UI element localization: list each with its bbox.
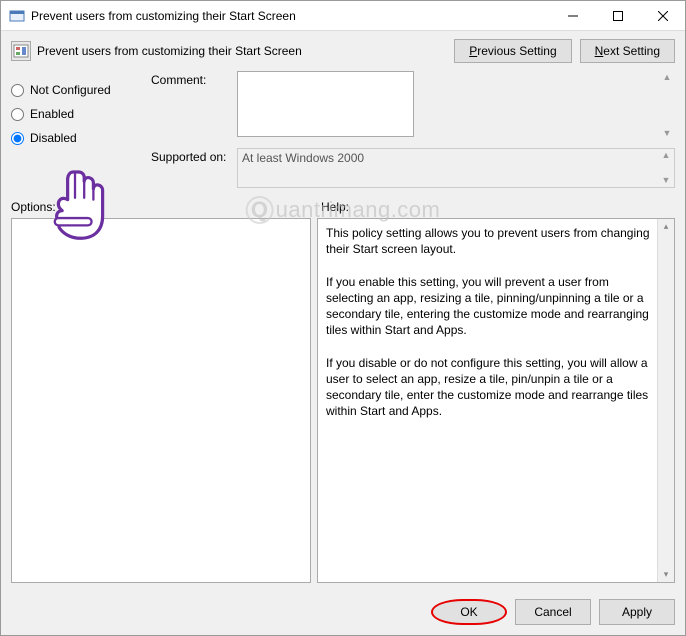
radio-enabled-input[interactable] (11, 108, 24, 121)
options-label: Options: (11, 200, 311, 214)
app-icon (9, 8, 25, 24)
policy-title: Prevent users from customizing their Sta… (37, 44, 302, 58)
next-setting-button[interactable]: Next Setting (580, 39, 675, 63)
radio-not-configured[interactable]: Not Configured (11, 83, 151, 97)
panels-row: This policy setting allows you to preven… (1, 216, 685, 591)
radio-disabled[interactable]: Disabled (11, 131, 151, 145)
comment-scroll[interactable]: ▲▼ (659, 71, 675, 140)
radio-not-configured-input[interactable] (11, 84, 24, 97)
comment-label: Comment: (151, 71, 237, 140)
fields-column: Comment: ▲▼ Supported on: At least Windo… (151, 71, 675, 196)
help-text: This policy setting allows you to preven… (318, 219, 674, 425)
close-button[interactable] (640, 1, 685, 31)
policy-icon (11, 41, 31, 61)
config-area: Not Configured Enabled Disabled Comment:… (1, 67, 685, 196)
radio-enabled[interactable]: Enabled (11, 107, 151, 121)
radio-disabled-input[interactable] (11, 132, 24, 145)
radio-disabled-label: Disabled (30, 131, 77, 145)
options-panel (11, 218, 311, 583)
comment-row: Comment: ▲▼ (151, 71, 675, 140)
window-controls (550, 1, 685, 31)
supported-value: At least Windows 2000 (242, 151, 364, 165)
state-radio-group: Not Configured Enabled Disabled (11, 71, 151, 196)
nav-buttons: Previous Setting Next Setting (454, 39, 675, 63)
previous-setting-button[interactable]: Previous Setting (454, 39, 571, 63)
supported-label: Supported on: (151, 148, 237, 188)
help-label: Help: (311, 200, 675, 214)
help-scrollbar[interactable]: ▴▾ (657, 219, 674, 582)
section-labels: Options: Help: (1, 196, 685, 216)
dialog-footer: OK Cancel Apply (1, 591, 685, 635)
minimize-button[interactable] (550, 1, 595, 31)
apply-button[interactable]: Apply (599, 599, 675, 625)
ok-button[interactable]: OK (431, 599, 507, 625)
radio-enabled-label: Enabled (30, 107, 74, 121)
cancel-button[interactable]: Cancel (515, 599, 591, 625)
window-title: Prevent users from customizing their Sta… (31, 9, 550, 23)
help-panel: This policy setting allows you to preven… (317, 218, 675, 583)
dialog-window: Prevent users from customizing their Sta… (0, 0, 686, 636)
supported-row: Supported on: At least Windows 2000 ▲▼ (151, 148, 675, 188)
supported-box: At least Windows 2000 ▲▼ (237, 148, 675, 188)
titlebar: Prevent users from customizing their Sta… (1, 1, 685, 31)
maximize-button[interactable] (595, 1, 640, 31)
header-row: Prevent users from customizing their Sta… (1, 31, 685, 67)
comment-textarea[interactable] (237, 71, 414, 137)
radio-not-configured-label: Not Configured (30, 83, 111, 97)
supported-scroll[interactable]: ▲▼ (658, 149, 674, 187)
